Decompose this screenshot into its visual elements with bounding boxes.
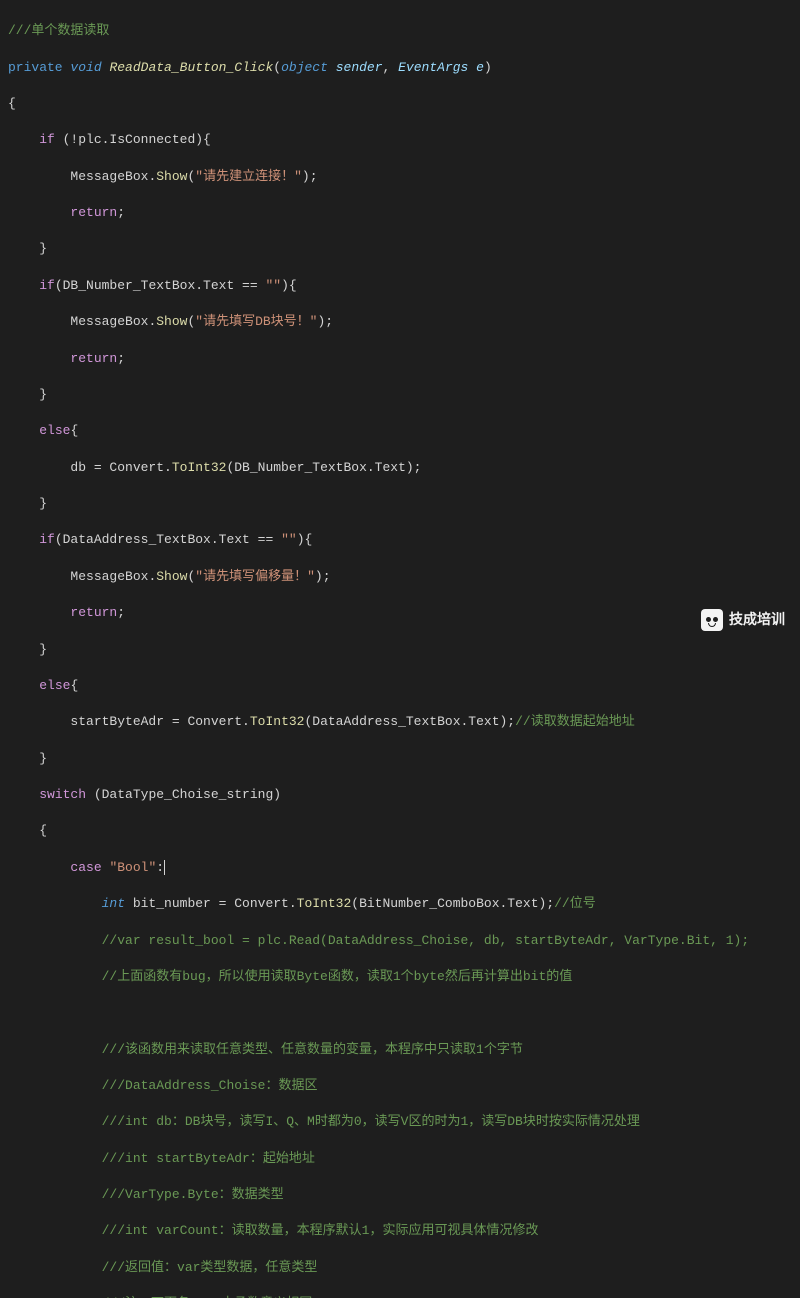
string: "请先建立连接！" <box>195 169 302 184</box>
code-line: { <box>8 822 792 840</box>
keyword: case <box>70 860 101 875</box>
method-call: ToInt32 <box>297 896 352 911</box>
keyword: void <box>70 60 101 75</box>
keyword: return <box>70 605 117 620</box>
keyword: else <box>39 423 70 438</box>
comment: ///返回值：var类型数据，任意类型 <box>102 1260 318 1275</box>
param: e <box>476 60 484 75</box>
code-line: //var result_bool = plc.Read(DataAddress… <box>8 932 792 950</box>
keyword: if <box>39 132 55 147</box>
comment: //var result_bool = plc.Read(DataAddress… <box>102 933 750 948</box>
comment: ///该函数用来读取任意类型、任意数量的变量，本程序中只读取1个字节 <box>102 1042 523 1057</box>
keyword: private <box>8 60 63 75</box>
code-line: ///int db：DB块号，读写I、Q、M时都为0，读写V区的时为1，读写DB… <box>8 1113 792 1131</box>
code-line: int bit_number = Convert.ToInt32(BitNumb… <box>8 895 792 913</box>
watermark-text: 技成培训 <box>729 610 785 630</box>
code-line: { <box>8 95 792 113</box>
param: sender <box>336 60 383 75</box>
code-line: //上面函数有bug，所以使用读取Byte函数，读取1个byte然后再计算出bi… <box>8 968 792 986</box>
code-line: ///该函数用来读取任意类型、任意数量的变量，本程序中只读取1个字节 <box>8 1041 792 1059</box>
comment: ///DataAddress_Choise：数据区 <box>102 1078 318 1093</box>
comment: ///int startByteAdr：起始地址 <box>102 1151 315 1166</box>
method-call: ToInt32 <box>172 460 227 475</box>
text-cursor <box>164 860 165 875</box>
keyword: return <box>70 205 117 220</box>
code-line <box>8 1004 792 1022</box>
comment: ///注：下面各case中函数意义相同 <box>102 1296 313 1298</box>
code-line: } <box>8 240 792 258</box>
code-line: ///注：下面各case中函数意义相同 <box>8 1295 792 1298</box>
code-line: case "Bool": <box>8 859 792 877</box>
comment: ///VarType.Byte：数据类型 <box>102 1187 284 1202</box>
code-line: MessageBox.Show("请先建立连接！"); <box>8 168 792 186</box>
code-line: ///返回值：var类型数据，任意类型 <box>8 1259 792 1277</box>
code-line: if(DB_Number_TextBox.Text == ""){ <box>8 277 792 295</box>
code-line: ///int varCount：读取数量，本程序默认1，实际应用可视具体情况修改 <box>8 1222 792 1240</box>
method-call: Show <box>156 169 187 184</box>
code-line: } <box>8 641 792 659</box>
string: "" <box>265 278 281 293</box>
string: "请先填写DB块号！" <box>195 314 317 329</box>
code-line: MessageBox.Show("请先填写DB块号！"); <box>8 313 792 331</box>
method-call: Show <box>156 569 187 584</box>
keyword: int <box>102 896 125 911</box>
keyword: if <box>39 278 55 293</box>
code-line: ///单个数据读取 <box>8 22 792 40</box>
method-call: ToInt32 <box>250 714 305 729</box>
code-line: MessageBox.Show("请先填写偏移量！"); <box>8 568 792 586</box>
code-line: private void ReadData_Button_Click(objec… <box>8 59 792 77</box>
watermark: 技成培训 <box>701 609 785 631</box>
keyword: object <box>281 60 328 75</box>
keyword: return <box>70 351 117 366</box>
string: "请先填写偏移量！" <box>195 569 315 584</box>
comment: //读取数据起始地址 <box>515 714 635 729</box>
keyword: else <box>39 678 70 693</box>
code-line: db = Convert.ToInt32(DB_Number_TextBox.T… <box>8 459 792 477</box>
code-line: return; <box>8 204 792 222</box>
code-line: startByteAdr = Convert.ToInt32(DataAddre… <box>8 713 792 731</box>
code-line: if(DataAddress_TextBox.Text == ""){ <box>8 531 792 549</box>
comment: ///单个数据读取 <box>8 23 109 38</box>
code-line: ///int startByteAdr：起始地址 <box>8 1150 792 1168</box>
keyword: switch <box>39 787 86 802</box>
string: "" <box>281 532 297 547</box>
code-line: switch (DataType_Choise_string) <box>8 786 792 804</box>
comment: ///int varCount：读取数量，本程序默认1，实际应用可视具体情况修改 <box>102 1223 539 1238</box>
code-line: if (!plc.IsConnected){ <box>8 131 792 149</box>
comment: ///int db：DB块号，读写I、Q、M时都为0，读写V区的时为1，读写DB… <box>102 1114 640 1129</box>
code-line: else{ <box>8 422 792 440</box>
code-line: ///DataAddress_Choise：数据区 <box>8 1077 792 1095</box>
method-name: ReadData_Button_Click <box>109 60 273 75</box>
code-line: ///VarType.Byte：数据类型 <box>8 1186 792 1204</box>
comment: //位号 <box>554 896 596 911</box>
keyword: if <box>39 532 55 547</box>
comment: //上面函数有bug，所以使用读取Byte函数，读取1个byte然后再计算出bi… <box>102 969 573 984</box>
code-line: } <box>8 386 792 404</box>
method-call: Show <box>156 314 187 329</box>
code-editor[interactable]: ///单个数据读取 private void ReadData_Button_C… <box>0 0 800 1298</box>
code-line: return; <box>8 604 792 622</box>
code-line: return; <box>8 350 792 368</box>
wechat-icon <box>701 609 723 631</box>
param: EventArgs <box>398 60 468 75</box>
code-line: } <box>8 495 792 513</box>
code-line: } <box>8 750 792 768</box>
string: "Bool" <box>102 860 157 875</box>
code-line: else{ <box>8 677 792 695</box>
